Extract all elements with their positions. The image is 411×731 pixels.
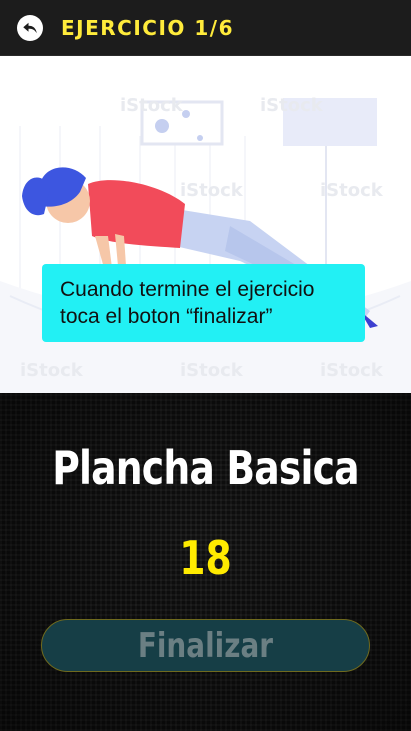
finish-button[interactable]: Finalizar bbox=[41, 619, 370, 672]
svg-text:iStock: iStock bbox=[20, 360, 84, 381]
instruction-line-1: Cuando termine el ejercicio bbox=[60, 278, 315, 301]
svg-text:iStock: iStock bbox=[180, 180, 244, 201]
instruction-banner: Cuando termine el ejercicio toca el boto… bbox=[42, 264, 365, 342]
back-arrow-icon bbox=[23, 22, 37, 33]
svg-text:iStock: iStock bbox=[320, 180, 384, 201]
exercise-count: 18 bbox=[179, 531, 232, 585]
exercise-panel: Plancha Basica 18 Finalizar bbox=[0, 393, 411, 731]
svg-text:iStock: iStock bbox=[320, 360, 384, 381]
svg-text:iStock: iStock bbox=[260, 95, 324, 116]
svg-text:iStock: iStock bbox=[180, 360, 244, 381]
back-button[interactable] bbox=[17, 14, 43, 41]
exercise-name: Plancha Basica bbox=[52, 441, 359, 495]
svg-text:iStock: iStock bbox=[120, 95, 184, 116]
plank-illustration: iStock iStock iStock iStock iStock iStoc… bbox=[0, 56, 411, 393]
finish-button-label: Finalizar bbox=[137, 625, 274, 666]
exercise-illustration: iStock iStock iStock iStock iStock iStoc… bbox=[0, 56, 411, 393]
page-title: EJERCICIO 1/6 bbox=[61, 15, 235, 40]
top-bar: EJERCICIO 1/6 bbox=[0, 0, 411, 56]
instruction-line-2: toca el boton “finalizar” bbox=[60, 305, 273, 328]
